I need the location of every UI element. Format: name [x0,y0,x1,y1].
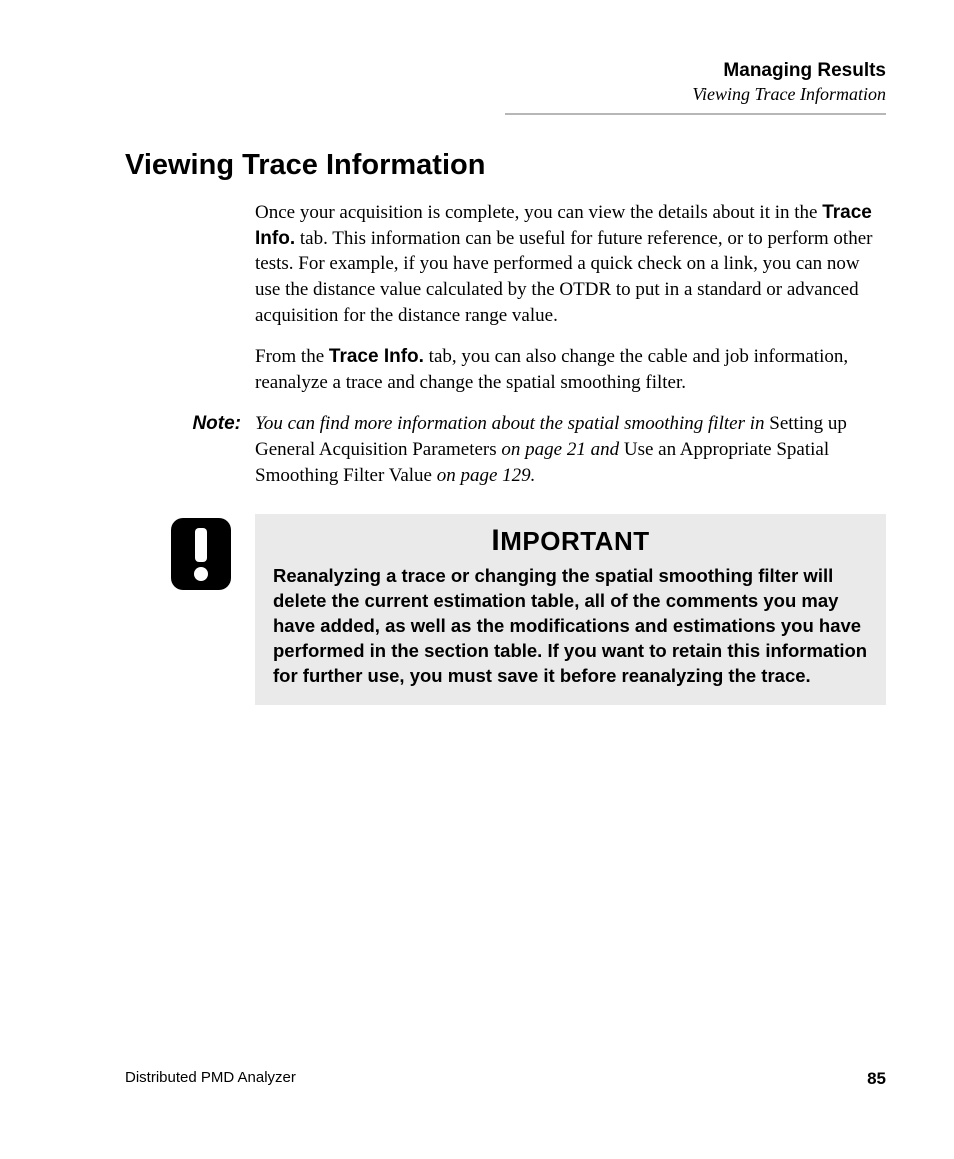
trace-info-bold-2: Trace Info. [329,346,424,367]
note-block: Note: You can find more information abou… [125,411,886,488]
important-title: IMPORTANT [273,524,868,558]
important-callout: IMPORTANT Reanalyzing a trace or changin… [171,514,886,705]
note-body: You can find more information about the … [255,411,886,488]
footer-page-number: 85 [867,1069,886,1089]
running-head-chapter: Managing Results [125,60,886,82]
paragraph-1: Once your acquisition is complete, you c… [255,200,886,328]
paragraph-2: From the Trace Info. tab, you can also c… [255,344,886,395]
page-footer: Distributed PMD Analyzer 85 [125,1069,886,1089]
exclamation-icon [171,518,231,595]
header-rule [505,113,886,115]
section-title: Viewing Trace Information [125,149,886,182]
footer-product: Distributed PMD Analyzer [125,1069,296,1089]
running-head-section: Viewing Trace Information [125,84,886,105]
important-body: Reanalyzing a trace or changing the spat… [273,564,868,689]
body-text: Once your acquisition is complete, you c… [255,200,886,395]
note-label: Note: [125,411,255,488]
important-box: IMPORTANT Reanalyzing a trace or changin… [255,514,886,705]
